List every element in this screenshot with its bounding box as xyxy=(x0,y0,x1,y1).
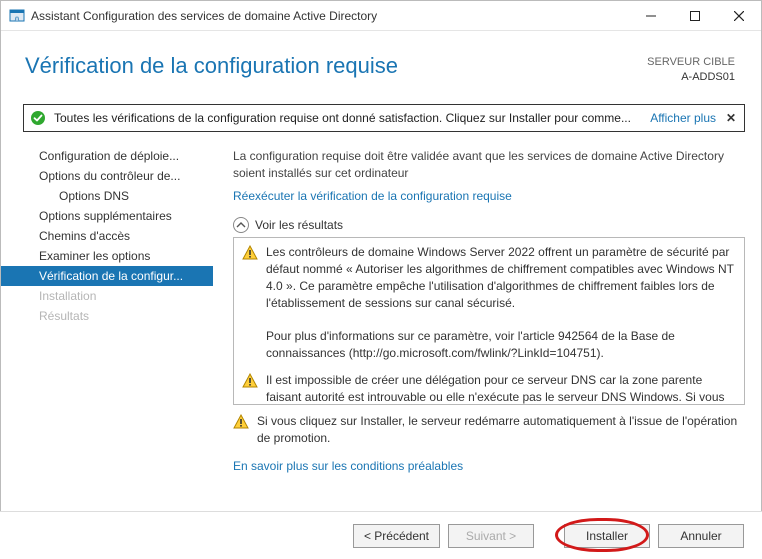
header: Vérification de la configuration requise… xyxy=(1,31,761,92)
nav-item-review-options[interactable]: Examiner les options xyxy=(1,246,213,266)
target-label: SERVEUR CIBLE xyxy=(647,55,735,70)
success-icon xyxy=(30,110,46,126)
titlebar: Assistant Configuration des services de … xyxy=(1,1,761,31)
warning-row: Les contrôleurs de domaine Windows Serve… xyxy=(242,244,736,362)
target-server-block: SERVEUR CIBLE A-ADDS01 xyxy=(647,53,735,86)
warning-icon xyxy=(233,413,249,447)
minimize-button[interactable] xyxy=(629,1,673,31)
results-header[interactable]: Voir les résultats xyxy=(233,217,745,233)
close-button[interactable] xyxy=(717,1,761,31)
rerun-check-link[interactable]: Réexécuter la vérification de la configu… xyxy=(233,189,745,203)
status-bar: Toutes les vérifications de la configura… xyxy=(23,104,745,132)
target-value: A-ADDS01 xyxy=(647,70,735,85)
nav-item-dns-options[interactable]: Options DNS xyxy=(1,186,213,206)
cancel-button[interactable]: Annuler xyxy=(658,524,744,548)
status-close-icon[interactable]: ✕ xyxy=(724,111,738,125)
nav-item-deployment-config[interactable]: Configuration de déploie... xyxy=(1,146,213,166)
install-button[interactable]: Installer xyxy=(564,524,650,548)
status-show-more-link[interactable]: Afficher plus xyxy=(650,111,716,125)
nav-item-dc-options[interactable]: Options du contrôleur de... xyxy=(1,166,213,186)
wizard-nav: Configuration de déploie... Options du c… xyxy=(1,144,213,473)
status-message: Toutes les vérifications de la configura… xyxy=(54,111,642,125)
nav-item-prereq-check[interactable]: Vérification de la configur... xyxy=(1,266,213,286)
warning-row: Il est impossible de créer une délégatio… xyxy=(242,372,736,405)
next-button: Suivant > xyxy=(448,524,534,548)
results-box[interactable]: Les contrôleurs de domaine Windows Serve… xyxy=(233,237,745,405)
chevron-up-icon xyxy=(233,217,249,233)
maximize-button[interactable] xyxy=(673,1,717,31)
warning-icon xyxy=(242,244,258,362)
warning-text: Les contrôleurs de domaine Windows Serve… xyxy=(266,244,736,362)
warning-text: Il est impossible de créer une délégatio… xyxy=(266,372,736,405)
nav-item-results: Résultats xyxy=(1,306,213,326)
learn-more-link[interactable]: En savoir plus sur les conditions préala… xyxy=(233,459,745,473)
main-pane: La configuration requise doit être valid… xyxy=(213,144,745,473)
nav-item-installation: Installation xyxy=(1,286,213,306)
restart-warning-text: Si vous cliquez sur Installer, le serveu… xyxy=(257,413,745,447)
nav-item-paths[interactable]: Chemins d'accès xyxy=(1,226,213,246)
nav-item-additional-options[interactable]: Options supplémentaires xyxy=(1,206,213,226)
restart-warning: Si vous cliquez sur Installer, le serveu… xyxy=(233,413,745,447)
wizard-footer: < Précédent Suivant > Installer Annuler xyxy=(0,511,762,559)
previous-button[interactable]: < Précédent xyxy=(353,524,440,548)
intro-text: La configuration requise doit être valid… xyxy=(233,148,745,182)
results-header-label: Voir les résultats xyxy=(255,218,343,232)
warning-icon xyxy=(242,372,258,405)
window-title: Assistant Configuration des services de … xyxy=(31,9,377,23)
app-icon xyxy=(9,8,25,24)
page-title: Vérification de la configuration requise xyxy=(25,53,647,79)
